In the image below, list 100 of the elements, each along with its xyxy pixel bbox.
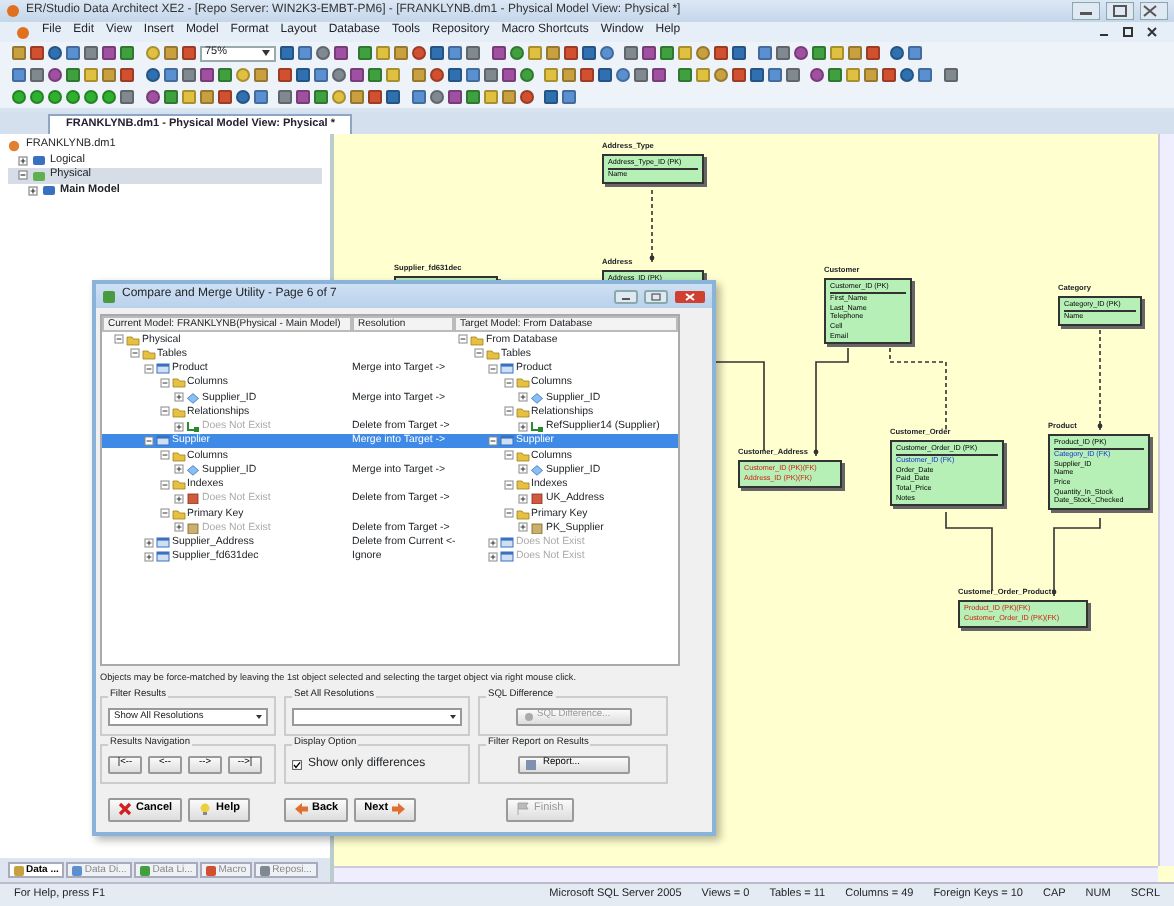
square-icon[interactable] <box>181 46 195 60</box>
expander-icon[interactable] <box>174 421 184 432</box>
square-icon[interactable] <box>775 46 789 60</box>
expander-icon[interactable] <box>518 421 528 432</box>
square-icon[interactable] <box>563 46 577 60</box>
square-icon[interactable] <box>163 68 177 82</box>
expander-icon[interactable] <box>503 508 513 519</box>
circle-icon[interactable] <box>145 68 159 82</box>
circle-icon[interactable] <box>696 46 710 60</box>
square-icon[interactable] <box>785 68 799 82</box>
expander-icon[interactable] <box>174 392 184 403</box>
expander-icon[interactable] <box>174 522 184 533</box>
horizontal-scrollbar[interactable] <box>334 866 1158 882</box>
expander-icon[interactable] <box>159 377 169 388</box>
circle-icon[interactable] <box>48 46 62 60</box>
square-icon[interactable] <box>943 68 957 82</box>
expander-icon[interactable] <box>503 450 513 461</box>
circle-icon[interactable] <box>900 68 914 82</box>
square-icon[interactable] <box>465 90 479 104</box>
expander-icon[interactable] <box>473 348 483 359</box>
square-icon[interactable] <box>483 68 497 82</box>
square-icon[interactable] <box>749 68 763 82</box>
square-icon[interactable] <box>545 46 559 60</box>
circle-icon[interactable] <box>66 90 80 104</box>
square-icon[interactable] <box>217 68 231 82</box>
square-icon[interactable] <box>447 68 461 82</box>
square-icon[interactable] <box>333 46 347 60</box>
expander-icon[interactable] <box>488 363 498 374</box>
circle-icon[interactable] <box>315 46 329 60</box>
square-icon[interactable] <box>163 46 177 60</box>
square-icon[interactable] <box>581 46 595 60</box>
dropdown-icon[interactable] <box>448 712 458 722</box>
expander-icon[interactable] <box>488 537 498 548</box>
square-icon[interactable] <box>411 68 425 82</box>
circle-icon[interactable] <box>713 68 727 82</box>
square-icon[interactable] <box>253 90 267 104</box>
expander-icon[interactable] <box>518 464 528 475</box>
square-icon[interactable] <box>199 68 213 82</box>
expander-icon[interactable] <box>129 348 139 359</box>
circle-icon[interactable] <box>48 68 62 82</box>
vertical-scrollbar[interactable] <box>1158 134 1174 866</box>
circle-icon[interactable] <box>429 90 443 104</box>
square-icon[interactable] <box>847 46 861 60</box>
expander-icon[interactable] <box>503 479 513 490</box>
square-icon[interactable] <box>811 46 825 60</box>
close-icon[interactable] <box>1140 2 1168 20</box>
square-icon[interactable] <box>865 46 879 60</box>
expander-icon[interactable] <box>159 508 169 519</box>
expander-icon[interactable] <box>518 392 528 403</box>
square-icon[interactable] <box>181 68 195 82</box>
expander-icon[interactable] <box>518 522 528 533</box>
expander-icon[interactable] <box>159 406 169 417</box>
square-icon[interactable] <box>447 90 461 104</box>
circle-icon[interactable] <box>519 90 533 104</box>
expander-icon[interactable] <box>144 435 154 446</box>
square-icon[interactable] <box>253 68 267 82</box>
maximize-icon[interactable] <box>1106 2 1134 20</box>
maximize-icon[interactable] <box>644 289 668 303</box>
circle-icon[interactable] <box>810 68 824 82</box>
expander-icon[interactable] <box>159 450 169 461</box>
checkbox[interactable] <box>292 760 302 770</box>
circle-icon[interactable] <box>412 46 426 60</box>
minimize-icon[interactable] <box>614 289 638 303</box>
circle-icon[interactable] <box>235 90 249 104</box>
expander-icon[interactable] <box>488 435 498 446</box>
circle-icon[interactable] <box>332 68 346 82</box>
square-icon[interactable] <box>297 46 311 60</box>
square-icon[interactable] <box>163 90 177 104</box>
circle-icon[interactable] <box>30 90 44 104</box>
expander-icon[interactable] <box>114 334 124 345</box>
expander-icon[interactable] <box>144 551 154 562</box>
square-icon[interactable] <box>501 68 515 82</box>
expander-icon[interactable] <box>503 406 513 417</box>
expander-icon[interactable] <box>174 464 184 475</box>
circle-icon[interactable] <box>793 46 807 60</box>
circle-icon[interactable] <box>84 90 98 104</box>
expander-icon[interactable] <box>458 334 468 345</box>
circle-icon[interactable] <box>429 68 443 82</box>
square-icon[interactable] <box>677 68 691 82</box>
square-icon[interactable] <box>767 68 781 82</box>
square-icon[interactable] <box>411 90 425 104</box>
expander-icon[interactable] <box>174 493 184 504</box>
expander-icon[interactable] <box>144 363 154 374</box>
expander-icon[interactable] <box>18 155 28 166</box>
circle-icon[interactable] <box>616 68 630 82</box>
square-icon[interactable] <box>491 46 505 60</box>
circle-icon[interactable] <box>102 90 116 104</box>
expander-icon[interactable] <box>18 170 28 181</box>
expander-icon[interactable] <box>503 377 513 388</box>
square-icon[interactable] <box>731 68 745 82</box>
square-icon[interactable] <box>465 68 479 82</box>
square-icon[interactable] <box>217 90 231 104</box>
circle-icon[interactable] <box>509 46 523 60</box>
circle-icon[interactable] <box>145 90 159 104</box>
dropdown-icon[interactable] <box>261 50 269 56</box>
expander-icon[interactable] <box>488 551 498 562</box>
square-icon[interactable] <box>279 46 293 60</box>
expander-icon[interactable] <box>159 479 169 490</box>
minimize-icon[interactable] <box>1072 2 1100 20</box>
expander-icon[interactable] <box>144 537 154 548</box>
